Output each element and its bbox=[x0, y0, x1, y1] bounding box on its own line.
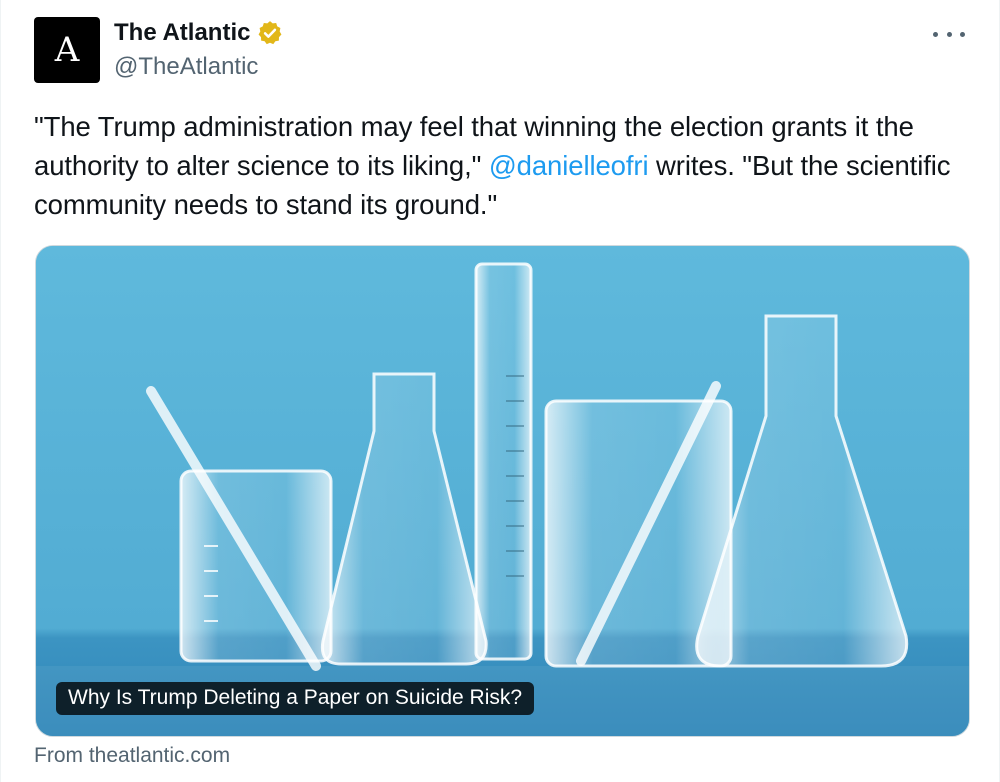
more-options-button[interactable] bbox=[933, 22, 965, 46]
link-headline[interactable]: Why Is Trump Deleting a Paper on Suicide… bbox=[56, 682, 535, 715]
tweet-card: A The Atlantic @TheAtlantic "The Trump a… bbox=[0, 0, 1000, 782]
link-source[interactable]: From theatlantic.com bbox=[34, 742, 230, 770]
more-horizontal-icon-dot bbox=[960, 31, 965, 37]
verified-badge-icon bbox=[256, 19, 284, 47]
tweet-text: "The Trump administration may feel that … bbox=[34, 107, 969, 224]
avatar-logo-letter: A bbox=[54, 30, 80, 70]
more-horizontal-icon bbox=[933, 31, 938, 37]
author-handle[interactable]: @TheAtlantic bbox=[114, 52, 258, 82]
lab-glassware-photo bbox=[36, 246, 969, 736]
author-name-row: The Atlantic bbox=[114, 18, 284, 48]
more-horizontal-icon-dot bbox=[946, 31, 952, 37]
link-preview-card[interactable]: Why Is Trump Deleting a Paper on Suicide… bbox=[35, 245, 970, 737]
author-display-name[interactable]: The Atlantic bbox=[114, 18, 250, 48]
mention-link[interactable]: @danielleofri bbox=[489, 150, 649, 181]
avatar[interactable]: A bbox=[34, 17, 100, 83]
